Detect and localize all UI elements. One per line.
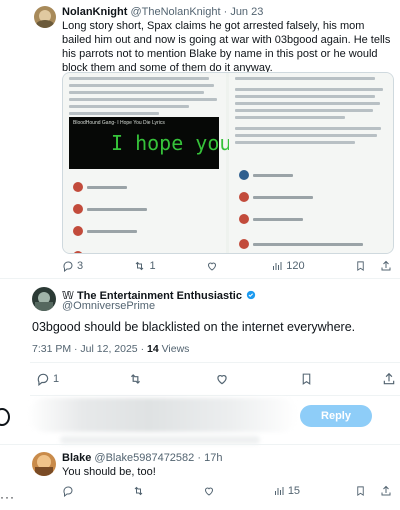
- reply-count: 3: [77, 260, 84, 272]
- avatar[interactable]: [34, 6, 56, 28]
- video-title: BloodHound Gang- I Hope You Die Lyrics: [73, 120, 165, 126]
- like-button[interactable]: [203, 485, 218, 497]
- reply-button[interactable]: 3: [62, 260, 83, 272]
- divider: [0, 278, 400, 279]
- author-name[interactable]: Blake: [62, 452, 91, 464]
- author-name[interactable]: NolanKnight: [62, 6, 127, 18]
- post-age[interactable]: 17h: [204, 452, 222, 464]
- heart-icon: [204, 487, 213, 496]
- retweet-icon: [134, 486, 143, 496]
- avatar[interactable]: [32, 287, 56, 311]
- retweet-button[interactable]: [128, 372, 146, 386]
- share-button[interactable]: [382, 372, 396, 386]
- divider: [0, 444, 400, 445]
- reply-icon: [37, 373, 49, 386]
- verified-badge-icon: [247, 290, 256, 300]
- like-button[interactable]: [215, 372, 232, 386]
- reply-button[interactable]: [62, 485, 77, 497]
- post-text: 03bgood should be blacklisted on the int…: [32, 320, 356, 334]
- share-icon: [383, 372, 395, 385]
- author-handle[interactable]: @Blake5987472582: [94, 452, 194, 464]
- bookmark-icon: [302, 373, 311, 385]
- views-label: Views: [161, 343, 190, 355]
- bookmark-icon[interactable]: [355, 260, 366, 272]
- views-button[interactable]: 120: [271, 260, 305, 272]
- video-caption: I hope you: [111, 131, 232, 155]
- retweet-button[interactable]: [132, 485, 148, 497]
- heart-icon: [207, 262, 216, 271]
- views-button[interactable]: 15: [273, 485, 300, 497]
- post-image[interactable]: BloodHound Gang- I Hope You Die Lyrics I…: [62, 72, 394, 254]
- post-text: You should be, too!: [62, 466, 156, 478]
- left-edge-icon: [0, 408, 10, 426]
- more-options-icon[interactable]: ···: [0, 490, 15, 504]
- share-icon[interactable]: [380, 260, 392, 272]
- avatar[interactable]: [32, 452, 56, 476]
- retweet-icon: [130, 374, 140, 384]
- divider: [30, 395, 400, 396]
- post-timestamp[interactable]: 7:31 PM · Jul 12, 2025 ·: [32, 343, 144, 355]
- video-thumbnail[interactable]: BloodHound Gang- I Hope You Die Lyrics I…: [69, 117, 231, 169]
- composer-avatar-blurred: [28, 398, 298, 432]
- retweet-button[interactable]: 1: [133, 260, 156, 272]
- views-count: 15: [287, 485, 301, 497]
- bookmark-button[interactable]: [300, 372, 313, 386]
- reply-submit-button[interactable]: Reply: [300, 405, 372, 427]
- heart-icon: [216, 375, 227, 385]
- post-date[interactable]: Jun 23: [230, 6, 263, 18]
- views-chart-icon: [273, 262, 282, 270]
- views-chart-icon: [274, 487, 284, 495]
- reply-icon: [63, 486, 73, 497]
- reply-button[interactable]: 1: [36, 372, 59, 386]
- views-count: 14: [146, 343, 159, 355]
- author-handle[interactable]: @TheNolanKnight: [130, 6, 220, 18]
- retweet-icon: [136, 261, 144, 271]
- like-button[interactable]: [206, 260, 221, 272]
- reply-count: 1: [53, 373, 60, 385]
- post-text: Long story short, Spax claims he got arr…: [62, 20, 391, 74]
- share-icon[interactable]: [380, 485, 392, 497]
- bookmark-icon[interactable]: [355, 485, 366, 497]
- composer-input-blurred[interactable]: [60, 436, 260, 444]
- retweet-count: 1: [149, 260, 156, 272]
- reply-icon: [63, 261, 73, 272]
- views-count: 120: [286, 260, 305, 272]
- divider: [30, 362, 400, 363]
- author-handle[interactable]: @OmniversePrime: [62, 300, 155, 312]
